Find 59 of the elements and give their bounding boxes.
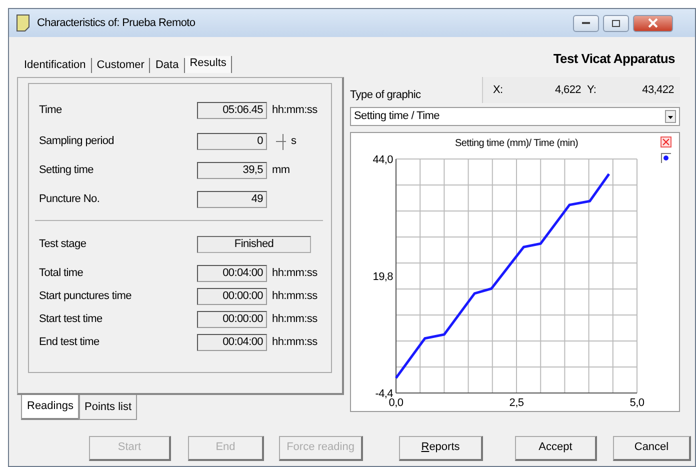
- window-title: Characteristics of: Prueba Remoto: [37, 16, 196, 31]
- unit-label: hh:mm:ss: [272, 312, 318, 328]
- maximize-icon: [611, 18, 621, 28]
- dropdown-value: Setting time / Time: [354, 109, 440, 124]
- y-value: 43,422: [642, 82, 674, 98]
- value-field: 49: [197, 191, 267, 208]
- maximize-button[interactable]: [603, 14, 629, 32]
- clear-icon[interactable]: [660, 136, 672, 148]
- field-label: Sampling period: [39, 134, 115, 150]
- tab[interactable]: Identification: [19, 58, 92, 73]
- x-tick-label: 5,0: [630, 397, 644, 409]
- y-tick-label: 44,0: [372, 154, 393, 166]
- field-label: Puncture No.: [39, 192, 101, 208]
- value-field: 05:06.45: [197, 102, 267, 118]
- value-field: 39,5: [197, 162, 267, 179]
- unit-label: hh:mm:ss: [272, 266, 318, 282]
- panel-tab[interactable]: Readings: [21, 395, 80, 420]
- graphic-type-dropdown[interactable]: Setting time / Time: [350, 107, 680, 126]
- unit-label: mm: [272, 163, 290, 178]
- field-label: Total time: [39, 266, 84, 282]
- panel-tab[interactable]: Points list: [79, 395, 137, 420]
- field-label: Start test time: [39, 312, 104, 328]
- minimize-button[interactable]: [573, 14, 599, 32]
- field-label: End test time: [39, 335, 100, 350]
- y-label: Y:: [587, 82, 596, 98]
- value-field: 00:04:00: [197, 265, 267, 282]
- minimize-icon: [581, 21, 591, 25]
- dialog-button[interactable]: Accept: [515, 436, 597, 460]
- unit-label: s: [291, 134, 296, 150]
- field-label: Test stage: [39, 236, 88, 252]
- close-button[interactable]: [633, 14, 673, 32]
- dialog-button[interactable]: Reports: [399, 436, 483, 460]
- chart-title: Setting time (mm)/ Time (min): [455, 138, 578, 149]
- unit-label: hh:mm:ss: [272, 102, 318, 118]
- y-tick-label: 19,8: [372, 271, 393, 283]
- tab[interactable]: Results: [184, 56, 232, 73]
- unit-label: hh:mm:ss: [272, 289, 318, 304]
- app-icon: [15, 14, 31, 32]
- spinner-icon[interactable]: [275, 132, 287, 150]
- input-field[interactable]: 0: [197, 133, 267, 150]
- graphic-type-label: Type of graphic: [350, 88, 422, 102]
- x-label: X:: [493, 82, 504, 98]
- value-field: 00:00:00: [197, 311, 267, 328]
- field-label: Setting time: [39, 163, 94, 178]
- x-tick-label: 0,0: [388, 397, 404, 409]
- value-field: 00:00:00: [197, 288, 267, 305]
- close-icon: [648, 18, 658, 28]
- y-tick-label: -4,4: [375, 388, 393, 400]
- dialog-button[interactable]: Cancel: [613, 436, 691, 460]
- status-field: Finished: [197, 236, 311, 252]
- unit-label: hh:mm:ss: [272, 335, 318, 350]
- field-label: Start punctures time: [39, 289, 132, 304]
- value-field: 00:04:00: [197, 334, 267, 351]
- tab[interactable]: Customer: [92, 58, 150, 73]
- field-label: Time: [39, 102, 63, 118]
- x-tick-label: 2,5: [509, 397, 524, 409]
- apparatus-title: Test Vicat Apparatus: [553, 50, 675, 68]
- x-value: 4,622: [554, 82, 581, 98]
- point-marker-icon[interactable]: [661, 153, 672, 164]
